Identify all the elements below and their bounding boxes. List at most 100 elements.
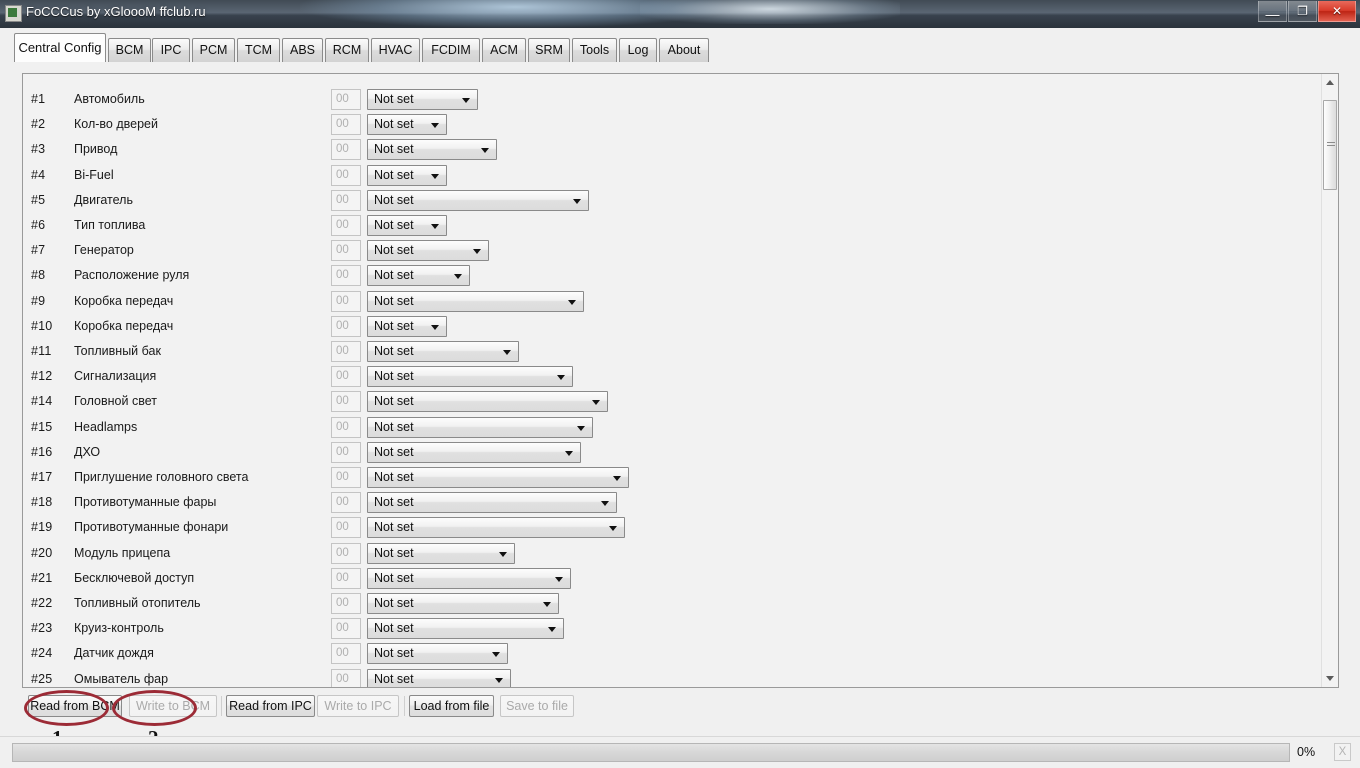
config-row-dropdown[interactable]: Not set: [367, 441, 581, 463]
scrollbar-thumb[interactable]: [1323, 100, 1337, 190]
config-row: #12 Сигнализация 00 Not set: [23, 366, 1313, 388]
minimize-button[interactable]: —: [1258, 1, 1287, 22]
config-row-dropdown-value: Not set: [374, 218, 414, 232]
write-to-bcm-button: Write to BCM: [129, 695, 217, 717]
config-row-hex-input[interactable]: 00: [331, 593, 361, 614]
window-titlebar[interactable]: FoCCCus by xGloooM ffclub.ru — ❐ ✕: [0, 0, 1360, 28]
central-config-panel: #1 Автомобиль 00 Not set #2 Кол-во дверей 00 No…: [22, 73, 1339, 688]
config-row-hex-input[interactable]: 00: [331, 643, 361, 665]
config-row-hex-input[interactable]: 00: [331, 567, 361, 589]
config-row-hex-input[interactable]: 00: [331, 467, 361, 488]
chevron-up-icon: [1326, 80, 1334, 85]
tab-fcdim[interactable]: FCDIM: [422, 38, 480, 62]
config-row-dropdown[interactable]: Not set: [367, 517, 625, 539]
vertical-scrollbar[interactable]: [1321, 74, 1338, 687]
config-row-hex-input[interactable]: 00: [331, 114, 361, 136]
config-row-dropdown[interactable]: Not set: [367, 567, 571, 589]
config-row-dropdown[interactable]: Not set: [367, 290, 584, 312]
config-row-hex-input[interactable]: 00: [331, 618, 361, 640]
chevron-down-icon: [573, 198, 581, 204]
config-row-dropdown-value: Not set: [374, 646, 414, 661]
toolbar-separator: [221, 696, 222, 716]
config-row: #6 Тип топлива 00 Not set: [23, 215, 1313, 237]
config-row-hex-input[interactable]: 00: [331, 366, 361, 388]
tab-log[interactable]: Log: [619, 38, 657, 62]
tab-about[interactable]: About: [659, 38, 709, 62]
config-row-dropdown[interactable]: Not set: [367, 114, 447, 136]
tab-tcm[interactable]: TCM: [237, 38, 280, 62]
tab-pcm[interactable]: PCM: [192, 38, 235, 62]
config-row-hex-input[interactable]: 00: [331, 391, 361, 413]
tab-bcm[interactable]: BCM: [108, 38, 151, 62]
config-row-dropdown[interactable]: Not set: [367, 240, 489, 262]
chevron-down-icon: [431, 224, 439, 229]
config-row-label: Двигатель: [74, 192, 133, 207]
tab-tools[interactable]: Tools: [572, 38, 617, 62]
config-row-dropdown[interactable]: Not set: [367, 416, 593, 438]
config-row-hex-input[interactable]: 00: [331, 189, 361, 211]
maximize-button[interactable]: ❐: [1288, 1, 1317, 22]
tab-ipc[interactable]: IPC: [152, 38, 190, 62]
config-row-dropdown[interactable]: Not set: [367, 643, 508, 665]
window-title: FoCCCus by xGloooM ffclub.ru: [26, 4, 206, 19]
config-row-dropdown[interactable]: Not set: [367, 215, 447, 236]
config-row-dropdown[interactable]: Not set: [367, 315, 447, 337]
config-row-dropdown[interactable]: Not set: [367, 492, 617, 514]
config-row-dropdown[interactable]: Not set: [367, 618, 564, 640]
config-row-dropdown[interactable]: Not set: [367, 341, 519, 362]
config-row-label: Приглушение головного света: [74, 470, 249, 484]
config-row-dropdown[interactable]: Not set: [367, 139, 497, 161]
config-row-hex-input[interactable]: 00: [331, 240, 361, 262]
config-row-number: #19: [31, 520, 53, 535]
config-row-hex-input[interactable]: 00: [331, 441, 361, 463]
config-row-hex-input[interactable]: 00: [331, 542, 361, 564]
config-row-label: Кол-во дверей: [74, 117, 158, 132]
config-row: #11 Топливный бак 00 Not set: [23, 341, 1313, 363]
scroll-down-button[interactable]: [1322, 670, 1338, 687]
read-from-bcm-button[interactable]: Read from BCM: [28, 695, 122, 717]
config-row-hex-input[interactable]: 00: [331, 492, 361, 514]
tab-acm[interactable]: ACM: [482, 38, 526, 62]
tab-srm[interactable]: SRM: [528, 38, 570, 62]
config-row-dropdown[interactable]: Not set: [367, 164, 447, 186]
config-row-dropdown[interactable]: Not set: [367, 366, 573, 388]
config-row-dropdown-value: Not set: [374, 495, 414, 510]
chevron-down-icon: [481, 148, 489, 154]
config-row-hex-input[interactable]: 00: [331, 290, 361, 312]
config-row-dropdown-value: Not set: [374, 671, 414, 686]
config-row-dropdown[interactable]: Not set: [367, 593, 559, 614]
config-row-hex-input[interactable]: 00: [331, 668, 361, 687]
config-row-dropdown[interactable]: Not set: [367, 467, 629, 488]
config-row-dropdown[interactable]: Not set: [367, 189, 589, 211]
tab-central-config[interactable]: Central Config: [14, 33, 106, 62]
config-row-hex-input[interactable]: 00: [331, 89, 361, 110]
config-row-hex-input[interactable]: 00: [331, 164, 361, 186]
config-row-number: #17: [31, 470, 53, 484]
config-row-hex-input[interactable]: 00: [331, 341, 361, 362]
tab-rcm[interactable]: RCM: [325, 38, 369, 62]
config-row: #15 Headlamps 00 Not set: [23, 416, 1313, 439]
config-row-dropdown[interactable]: Not set: [367, 668, 511, 687]
config-row-hex-input[interactable]: 00: [331, 315, 361, 337]
read-from-ipc-button[interactable]: Read from IPC: [226, 695, 315, 717]
config-row-dropdown[interactable]: Not set: [367, 391, 608, 413]
chevron-down-icon: [609, 526, 617, 532]
app-icon[interactable]: [5, 5, 22, 22]
config-row-dropdown[interactable]: Not set: [367, 265, 470, 287]
config-row-hex-input[interactable]: 00: [331, 139, 361, 161]
load-from-file-button[interactable]: Load from file: [409, 695, 494, 717]
config-row-dropdown[interactable]: Not set: [367, 89, 478, 110]
scroll-up-button[interactable]: [1322, 74, 1338, 91]
config-row-hex-input[interactable]: 00: [331, 265, 361, 287]
config-row-hex-input[interactable]: 00: [331, 416, 361, 438]
chevron-down-icon: [492, 652, 500, 658]
tab-hvac[interactable]: HVAC: [371, 38, 420, 62]
close-button[interactable]: ✕: [1318, 1, 1356, 22]
tab-abs[interactable]: ABS: [282, 38, 323, 62]
cancel-operation-button[interactable]: X: [1334, 743, 1351, 761]
config-row-dropdown[interactable]: Not set: [367, 542, 515, 564]
config-row-hex-input[interactable]: 00: [331, 215, 361, 236]
config-row: #8 Расположение руля 00 Not set: [23, 265, 1313, 287]
config-row-hex-input[interactable]: 00: [331, 517, 361, 539]
config-row: #24 Датчик дождя 00 Not set: [23, 643, 1313, 665]
